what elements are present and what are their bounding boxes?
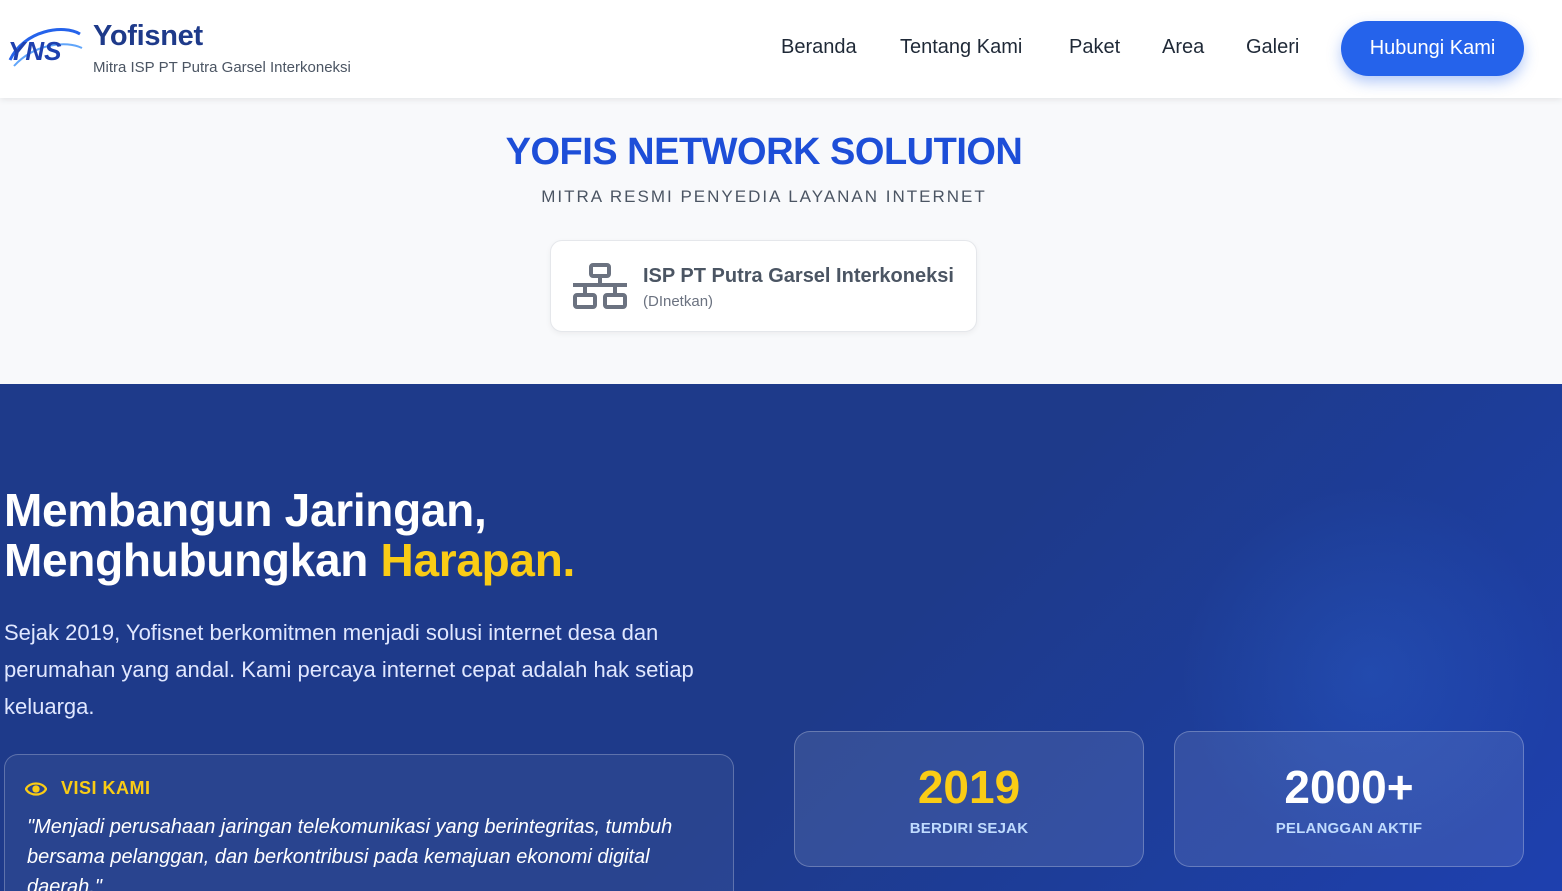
brand-tagline: Mitra ISP PT Putra Garsel Interkoneksi bbox=[93, 59, 351, 76]
nav-link-tentang-kami[interactable]: Tentang Kami bbox=[900, 36, 1022, 59]
navbar: YNS Yofisnet Mitra ISP PT Putra Garsel I… bbox=[0, 0, 1562, 98]
isp-partner-card: ISP PT Putra Garsel Interkoneksi (DInetk… bbox=[550, 240, 977, 332]
eye-icon bbox=[25, 782, 47, 796]
network-icon bbox=[573, 263, 627, 309]
brand-name[interactable]: Yofisnet bbox=[93, 20, 203, 53]
nav-link-galeri[interactable]: Galeri bbox=[1246, 36, 1299, 59]
vision-quote: "Menjadi perusahaan jaringan telekomunik… bbox=[27, 816, 673, 891]
stat-value-founded: 2019 bbox=[917, 761, 1021, 813]
stat-card-customers: 2000+ PELANGGAN AKTIF bbox=[1174, 731, 1524, 867]
stat-value-customers: 2000+ bbox=[1284, 761, 1414, 813]
stat-label-founded: BERDIRI SEJAK bbox=[909, 820, 1029, 837]
yns-logo-icon[interactable]: YNS bbox=[4, 20, 84, 76]
banner-subtitle: MITRA RESMI PENYEDIA LAYANAN INTERNET bbox=[541, 187, 987, 206]
vision-label: VISI KAMI bbox=[61, 778, 151, 798]
isp-name: ISP PT Putra Garsel Interkoneksi bbox=[643, 265, 954, 287]
nav-link-beranda[interactable]: Beranda bbox=[781, 36, 857, 59]
nav-link-paket[interactable]: Paket bbox=[1069, 36, 1120, 59]
hero-headline-accent: Harapan. bbox=[380, 534, 576, 586]
contact-button[interactable]: Hubungi Kami bbox=[1341, 21, 1524, 76]
hero-headline-line1: Membangun Jaringan, bbox=[4, 484, 487, 536]
hero-description: Sejak 2019, Yofisnet berkomitmen menjadi… bbox=[4, 620, 694, 719]
hero-headline-line2: Menghubungkan bbox=[4, 534, 381, 586]
svg-text:YNS: YNS bbox=[8, 36, 62, 66]
stat-label-customers: PELANGGAN AKTIF bbox=[1275, 820, 1423, 837]
nav-link-area[interactable]: Area bbox=[1162, 36, 1204, 59]
stat-card-founded: 2019 BERDIRI SEJAK bbox=[794, 731, 1144, 867]
isp-alias: (DInetkan) bbox=[643, 293, 714, 310]
hero-headline: Membangun Jaringan, Menghubungkan Harapa… bbox=[4, 485, 575, 585]
banner-title: YOFIS NETWORK SOLUTION bbox=[505, 131, 1023, 173]
vision-card: VISI KAMI "Menjadi perusahaan jaringan t… bbox=[4, 754, 734, 891]
